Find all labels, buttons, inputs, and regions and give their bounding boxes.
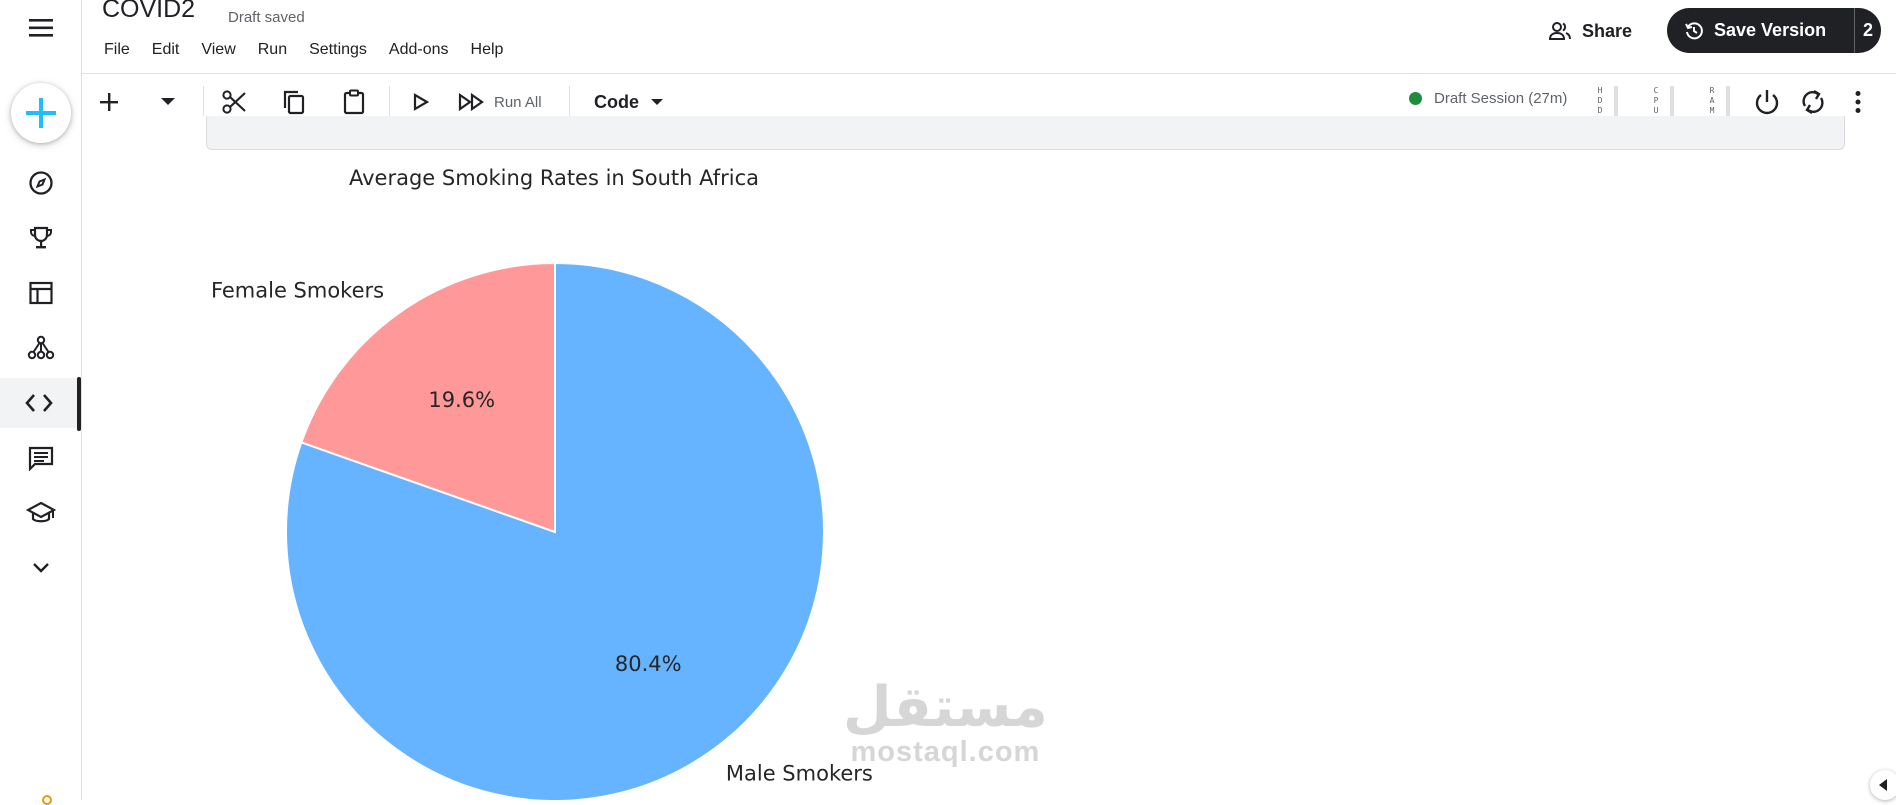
chart-title: Average Smoking Rates in South Africa [349, 166, 759, 190]
watermark: مستقل mostaql.com [843, 680, 1048, 769]
watermark-latin: mostaql.com [850, 736, 1041, 768]
pie-percent-label: 80.4% [615, 652, 682, 676]
pie-slice-label: Female Smokers [211, 278, 384, 302]
collapse-panel-button[interactable] [1870, 770, 1896, 800]
pie-percent-label: 19.6% [428, 388, 495, 412]
watermark-arabic: مستقل [843, 675, 1048, 740]
caret-left-icon [1879, 779, 1887, 791]
